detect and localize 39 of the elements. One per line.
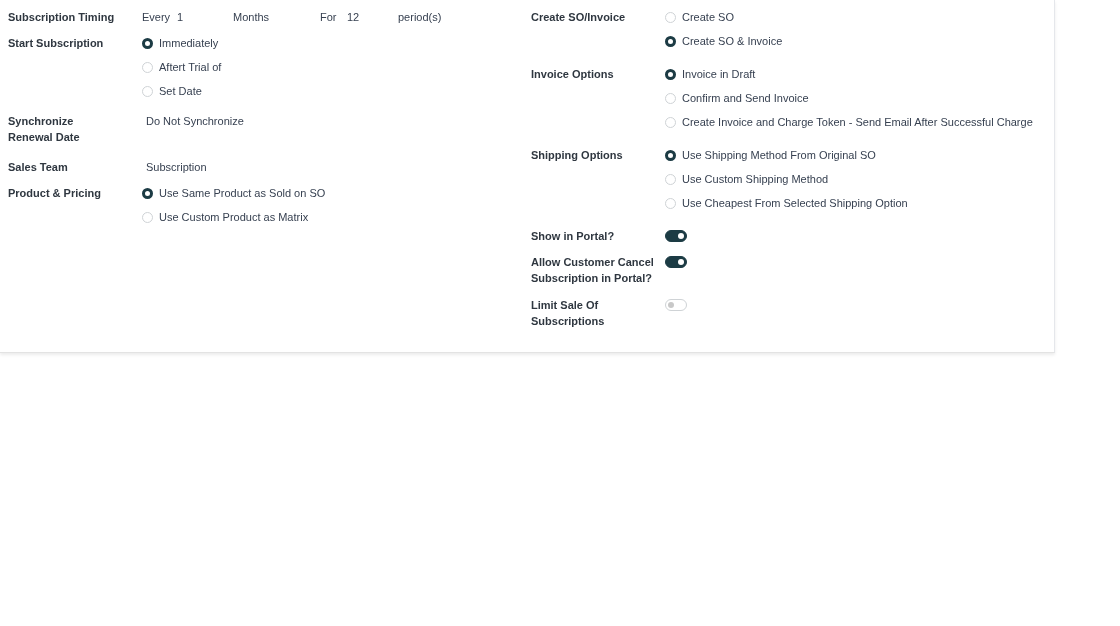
field-label: Limit Sale Of Subscriptions bbox=[531, 298, 606, 329]
period-label: period(s) bbox=[398, 10, 442, 25]
radio-button[interactable] bbox=[665, 35, 676, 47]
field-label: Allow Customer Cancel Subscription in Portal? bbox=[531, 255, 655, 286]
interval-field[interactable]: 1 bbox=[177, 9, 233, 25]
field-label: Product & Pricing bbox=[8, 186, 102, 201]
field-value[interactable]: Subscription bbox=[146, 159, 207, 175]
for-label: For bbox=[320, 10, 338, 25]
radio-button[interactable] bbox=[665, 68, 676, 80]
unit-select[interactable]: Months bbox=[233, 9, 320, 25]
option-label[interactable]: Use Custom Shipping Method bbox=[682, 171, 829, 187]
option-label[interactable]: Use Cheapest From Selected Shipping Option bbox=[682, 195, 908, 211]
option-label[interactable]: Aftert Trial of bbox=[159, 59, 222, 75]
field-label: Shipping Options bbox=[531, 148, 624, 163]
option-label[interactable]: Use Custom Product as Matrix bbox=[159, 209, 309, 225]
field-value[interactable]: Do Not Synchronize bbox=[146, 113, 244, 129]
option-label[interactable]: Confirm and Send Invoice bbox=[682, 90, 809, 106]
radio-button[interactable] bbox=[665, 149, 676, 161]
toggle-switch[interactable] bbox=[665, 230, 687, 242]
option-label[interactable]: Create SO & Invoice bbox=[682, 33, 783, 49]
count-field[interactable]: 12 bbox=[347, 9, 398, 25]
field-label: Invoice Options bbox=[531, 67, 615, 82]
radio-button[interactable] bbox=[142, 37, 153, 49]
every-label: Every bbox=[142, 10, 172, 25]
field-label: Sales Team bbox=[8, 160, 69, 175]
option-label[interactable]: Set Date bbox=[159, 83, 202, 99]
option-label[interactable]: Create Invoice and Charge Token - Send Email After Successful Charge bbox=[682, 114, 1033, 130]
option-label[interactable]: Use Shipping Method From Original SO bbox=[682, 147, 876, 163]
option-label[interactable]: Invoice in Draft bbox=[682, 66, 756, 82]
option-label[interactable]: Use Same Product as Sold on SO bbox=[159, 185, 326, 201]
radio-button[interactable] bbox=[142, 187, 153, 199]
toggle-switch[interactable] bbox=[665, 256, 687, 268]
option-label[interactable]: Create SO bbox=[682, 9, 734, 25]
field-label: Subscription Timing bbox=[8, 10, 116, 25]
field-label: Show in Portal? bbox=[531, 229, 616, 244]
option-label[interactable]: Immediately bbox=[159, 35, 219, 51]
field-label: Synchronize Renewal Date bbox=[8, 114, 81, 145]
field-label: Start Subscription bbox=[8, 36, 105, 51]
field-label: Create SO/Invoice bbox=[531, 10, 627, 25]
